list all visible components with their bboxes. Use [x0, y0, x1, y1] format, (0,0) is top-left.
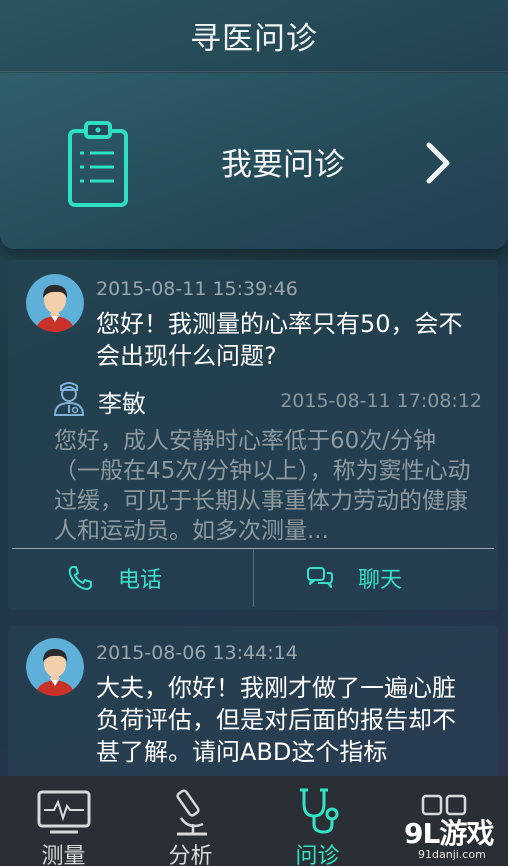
question-text: 大夫，你好！我刚才做了一遍心脏负荷评估，但是对后面的报告却不甚了解。请问ABD这…	[96, 674, 456, 766]
tab-measure-label: 测量	[41, 844, 86, 866]
chevron-right-icon	[426, 142, 450, 184]
doctor-name: 李敏	[98, 390, 146, 418]
ask-doctor-card[interactable]: 我要问诊	[0, 73, 508, 249]
tab-consult[interactable]: 问诊	[254, 776, 381, 866]
answer-text: 您好，成人安静时心率低于60次/分钟（一般在45次/分钟以上），称为窦性心动过缓…	[54, 428, 471, 544]
consultation-card[interactable]: 2015-08-06 13:44:14 大夫，你好！我刚才做了一遍心脏负荷评估，…	[8, 626, 498, 786]
answer-time: 2015-08-11 17:08:12	[280, 390, 482, 412]
question-time: 2015-08-06 13:44:14	[96, 642, 298, 664]
avatar	[26, 274, 84, 332]
question-text: 您好！我测量的心率只有50，会不会出现什么问题?	[96, 310, 463, 370]
watermark-logo: 9L游戏	[404, 817, 494, 850]
page-title: 寻医问诊	[190, 21, 318, 57]
chat-button[interactable]: 聊天	[306, 549, 402, 607]
chat-label: 聊天	[358, 568, 403, 593]
action-bar: 电话 聊天	[12, 548, 494, 607]
tab-analysis-label: 分析	[168, 844, 213, 866]
doctor-row: 李敏 2015-08-11 17:08:12	[52, 380, 482, 420]
doctor-icon	[53, 382, 85, 416]
watermark-url: 91danji.com	[418, 848, 486, 861]
title-bar: 寻医问诊	[0, 0, 508, 72]
question-time: 2015-08-11 15:39:46	[96, 278, 298, 300]
avatar	[26, 638, 84, 696]
microscope-icon	[176, 789, 207, 836]
phone-icon	[68, 566, 92, 590]
phone-label: 电话	[118, 568, 163, 593]
tab-measure[interactable]: 测量	[0, 776, 127, 866]
stethoscope-icon	[300, 788, 339, 834]
site-watermark: 9L游戏 91danji.com	[404, 812, 504, 864]
tab-consult-label: 问诊	[295, 844, 340, 866]
consultation-card[interactable]: 2015-08-11 15:39:46 您好！我测量的心率只有50，会不会出现什…	[8, 260, 498, 610]
tab-analysis[interactable]: 分析	[127, 776, 254, 866]
ecg-monitor-icon	[37, 790, 91, 834]
phone-button[interactable]: 电话	[66, 549, 162, 607]
action-divider	[253, 549, 254, 607]
chat-icon	[307, 567, 333, 588]
